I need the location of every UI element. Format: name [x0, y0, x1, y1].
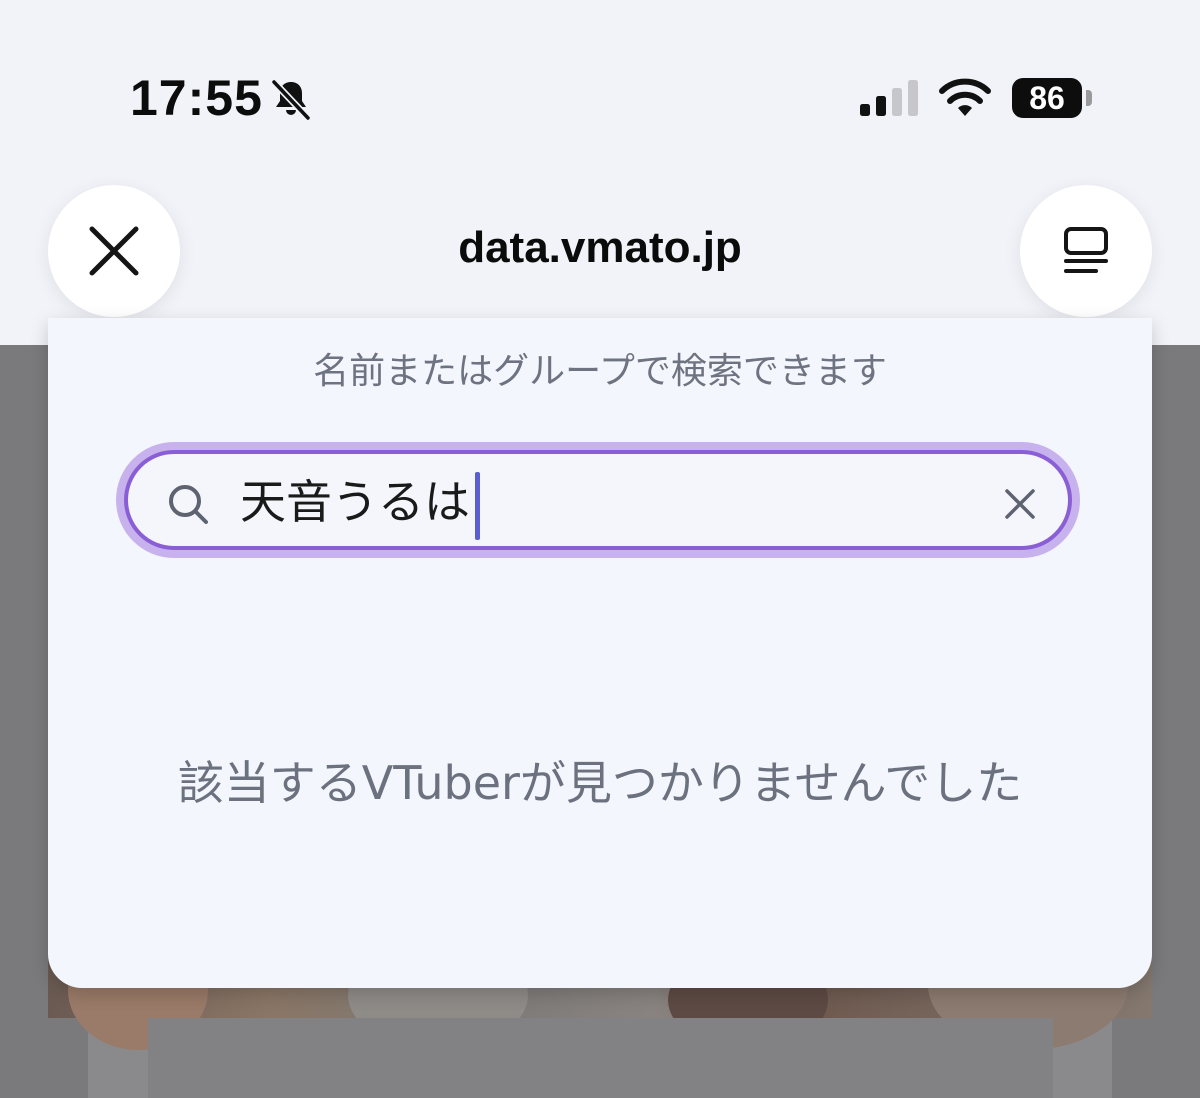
close-icon — [89, 226, 139, 276]
page-url: data.vmato.jp — [458, 223, 742, 272]
bell-slash-icon — [271, 79, 311, 121]
empty-results-message: 該当するVTuberが見つかりませんでした — [177, 756, 1023, 810]
text-cursor — [475, 472, 480, 540]
tabs-menu-icon — [1064, 227, 1108, 273]
status-time: 17:55 — [130, 70, 263, 126]
close-button[interactable] — [48, 185, 180, 317]
tabs-menu-button[interactable] — [1020, 185, 1152, 317]
battery-icon: 86 — [1012, 78, 1082, 118]
search-hint: 名前またはグループで検索できます — [313, 351, 887, 392]
search-input[interactable]: 天音うるは — [240, 470, 470, 534]
search-field[interactable]: 天音うるは — [116, 442, 1080, 558]
clear-icon[interactable] — [1000, 484, 1040, 524]
search-field-inner[interactable]: 天音うるは — [124, 450, 1072, 550]
search-sheet: 名前またはグループで検索できます 天音うるは 該当するVTuberが見つかりませ… — [48, 318, 1152, 988]
search-icon — [169, 485, 208, 524]
battery-level: 86 — [1029, 80, 1065, 116]
cellular-signal-icon — [860, 80, 918, 116]
wifi-icon — [939, 78, 991, 116]
status-bar: 17:55 86 — [0, 0, 1200, 150]
battery-cap — [1086, 90, 1092, 106]
background-card — [148, 1018, 1053, 1098]
